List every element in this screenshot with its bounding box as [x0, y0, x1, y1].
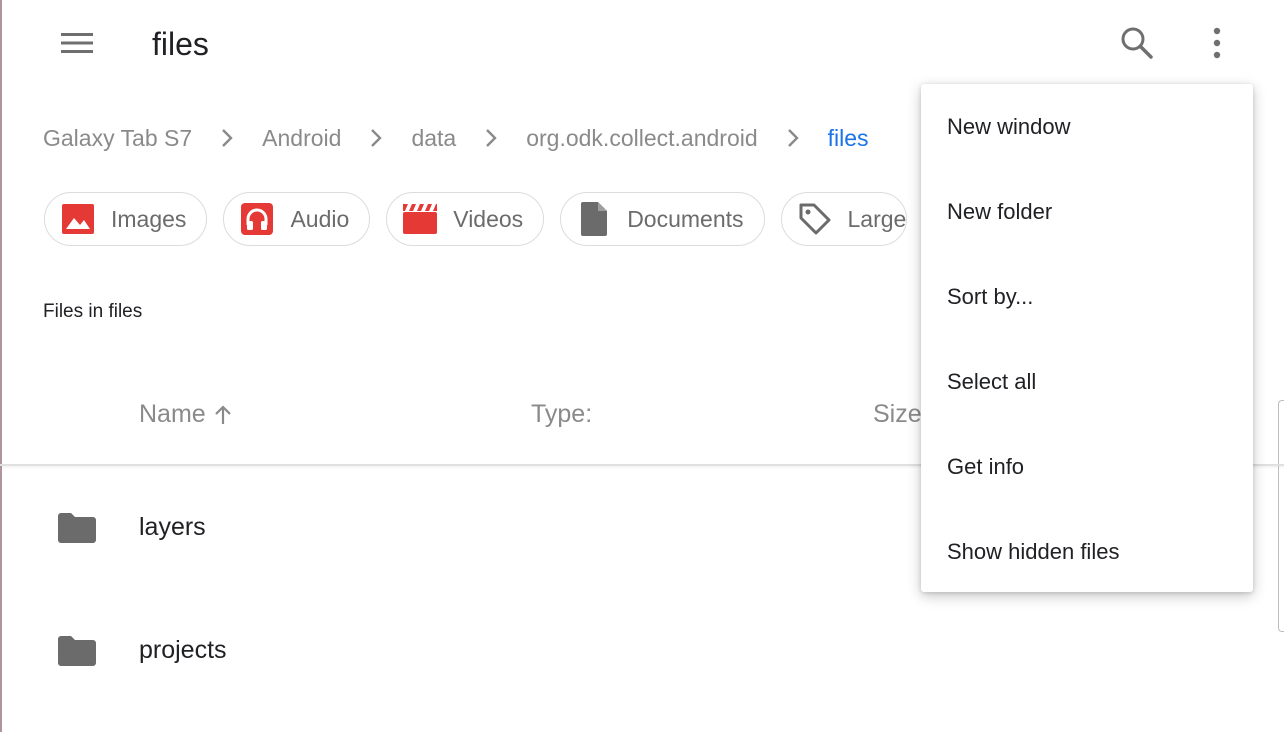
chip-audio[interactable]: Audio	[223, 192, 371, 246]
breadcrumb-item-device[interactable]: Galaxy Tab S7	[43, 125, 192, 152]
chip-images[interactable]: Images	[44, 192, 208, 246]
folder-icon	[58, 636, 96, 666]
chevron-right-icon	[486, 129, 497, 147]
files-app-screen: files Galaxy Tab S7 Android data org.odk…	[0, 0, 1284, 732]
chip-large[interactable]: Large	[780, 192, 908, 246]
column-header-name-label: Name	[139, 400, 206, 428]
menu-item-new-window[interactable]: New window	[921, 84, 1253, 169]
breadcrumb-separator	[341, 128, 411, 148]
arrow-up-icon	[214, 404, 231, 424]
column-header-size[interactable]: Size	[873, 400, 922, 429]
menu-item-show-hidden-files[interactable]: Show hidden files	[921, 509, 1253, 594]
navigation-menu-button[interactable]	[54, 22, 100, 64]
more-options-button[interactable]	[1196, 22, 1238, 64]
chip-label: Images	[111, 205, 187, 232]
breadcrumb-separator	[192, 128, 262, 148]
breadcrumb-item-package[interactable]: org.odk.collect.android	[526, 125, 757, 152]
more-vert-icon	[1213, 27, 1221, 59]
hamburger-menu-icon	[61, 33, 93, 53]
folder-icon	[58, 513, 96, 543]
chevron-right-icon	[787, 129, 799, 147]
section-title: Files in files	[43, 301, 143, 322]
chevron-right-icon	[371, 129, 383, 147]
menu-item-select-all[interactable]: Select all	[921, 339, 1253, 424]
breadcrumb-item-android[interactable]: Android	[262, 125, 341, 152]
breadcrumb: Galaxy Tab S7 Android data org.odk.colle…	[43, 122, 869, 154]
column-header-name[interactable]: Name	[139, 400, 232, 429]
menu-item-sort-by[interactable]: Sort by...	[921, 254, 1253, 339]
overflow-menu: New window New folder Sort by... Select …	[921, 84, 1253, 592]
headphones-icon	[240, 202, 274, 236]
search-icon	[1121, 27, 1153, 59]
file-type-chips: Images Audio Videos Documents Large	[44, 192, 908, 246]
column-header-size-label: Size	[873, 400, 922, 428]
file-name: projects	[139, 636, 227, 664]
menu-item-get-info[interactable]: Get info	[921, 424, 1253, 509]
menu-item-new-folder[interactable]: New folder	[921, 169, 1253, 254]
image-icon	[61, 202, 95, 236]
chip-label: Large	[847, 205, 907, 232]
tag-icon	[798, 202, 832, 236]
breadcrumb-item-data[interactable]: data	[411, 125, 456, 152]
breadcrumb-item-current[interactable]: files	[828, 125, 869, 152]
app-title: files	[152, 26, 209, 62]
file-name: layers	[139, 513, 206, 541]
chip-documents[interactable]: Documents	[560, 192, 765, 246]
file-row[interactable]: projects	[0, 598, 1284, 708]
chip-label: Documents	[627, 205, 744, 232]
breadcrumb-separator	[758, 128, 828, 148]
top-app-bar: files	[0, 0, 1284, 88]
column-header-type[interactable]: Type:	[531, 400, 592, 429]
video-clapper-icon	[403, 202, 438, 236]
chip-videos[interactable]: Videos	[386, 192, 545, 246]
chip-label: Videos	[453, 205, 524, 232]
chevron-right-icon	[222, 129, 233, 147]
chip-label: Audio	[290, 205, 350, 232]
column-header-type-label: Type:	[531, 400, 593, 428]
document-icon	[577, 202, 611, 236]
search-button[interactable]	[1116, 22, 1158, 64]
breadcrumb-separator	[456, 128, 526, 148]
